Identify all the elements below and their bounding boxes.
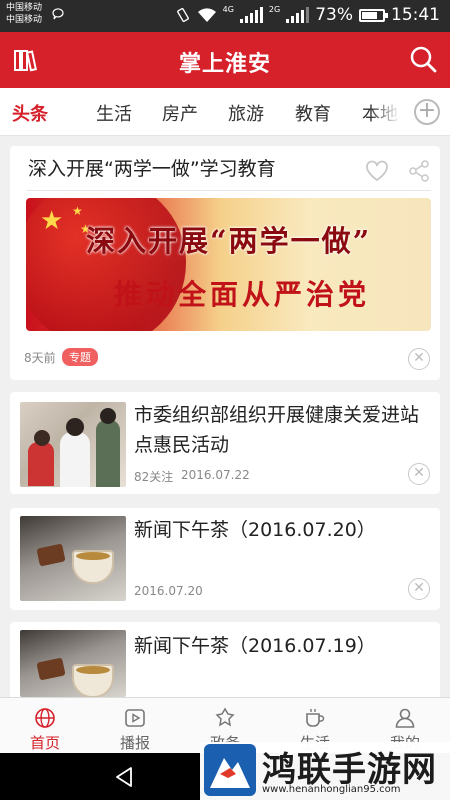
add-tab-icon[interactable]: + [414,99,440,125]
cup-icon [306,709,325,727]
feature-time: 8天前 [24,351,56,365]
tab-life[interactable]: 生活 [96,100,132,126]
wifi-icon [197,8,216,22]
news-follows: 82关注 [134,470,174,484]
app-title: 掌上淮安 [178,52,271,77]
tab-fade [370,88,400,135]
nav-broadcast[interactable]: 播报 [90,698,180,754]
watermark-logo-icon [204,744,256,796]
feature-banner-image[interactable]: ★ ★ ★ 深入开展“两学一做” 推动全面从严治党 [26,198,431,331]
battery-percent: 73% [315,5,353,25]
back-icon[interactable] [112,765,136,789]
close-icon[interactable]: ✕ [408,578,430,600]
vibrate-icon [176,7,189,23]
play-icon [125,709,145,727]
news-title[interactable]: 新闻下午茶（2016.07.20） [134,515,419,545]
heart-icon[interactable] [364,158,390,184]
feature-title[interactable]: 深入开展“两学一做”学习教育 [28,154,276,181]
building-icon [215,707,235,727]
carrier-labels: 中国移动 中国移动 [6,2,42,26]
carrier-2: 中国移动 [6,15,43,25]
star-icon: ★ [72,204,83,218]
network-1-label: 4G [222,5,234,14]
close-icon[interactable]: ✕ [408,463,430,485]
news-title[interactable]: 市委组织部组织开展健康关爱进站点惠民活动 [134,400,419,460]
network-2-label: 2G [268,5,281,14]
status-right: 4G 2G 73% 15:41 [175,5,440,25]
tab-headlines[interactable]: 头条 [12,100,48,126]
news-thumbnail[interactable] [20,630,126,697]
news-thumbnail[interactable] [20,516,126,601]
category-tabs: 头条 生活 房产 旅游 教育 本地 + [0,88,450,136]
banner-line-1: 深入开展“两学一做” [86,224,372,258]
share-icon[interactable] [408,160,430,182]
watermark-url: www.henanhonglian95.com [262,784,401,795]
carrier-1: 中国移动 [6,3,43,13]
battery-icon [359,8,388,22]
user-icon [395,708,415,728]
news-date: 2016.07.22 [181,468,250,482]
clock: 15:41 [391,5,440,25]
banner-line-2: 推动全面从严治党 [114,278,371,311]
watermark: 鸿联手游网 www.henanhonglian95.com [200,742,450,800]
nav-home[interactable]: 首页 [0,698,90,754]
topic-tag: 专题 [62,348,98,366]
signal-1-icon [239,7,263,23]
news-date: 2016.07.20 [134,584,203,598]
status-bar: 中国移动 中国移动 4G 2G 73% 15:41 [0,0,450,32]
globe-icon [35,708,55,728]
close-icon[interactable]: ✕ [408,348,430,370]
message-icon [52,8,64,23]
nav-broadcast-label: 播报 [119,734,150,752]
signal-2-icon [286,7,310,23]
app-header: 掌上淮安 [0,32,450,88]
news-thumbnail[interactable] [20,402,126,487]
nav-home-label: 首页 [29,734,60,752]
tab-education[interactable]: 教育 [295,100,331,126]
tab-travel[interactable]: 旅游 [228,100,264,126]
search-icon[interactable] [409,45,437,73]
tab-property[interactable]: 房产 [162,100,198,126]
feature-divider [26,190,431,191]
star-icon: ★ [40,206,64,236]
news-title[interactable]: 新闻下午茶（2016.07.19） [134,631,419,661]
